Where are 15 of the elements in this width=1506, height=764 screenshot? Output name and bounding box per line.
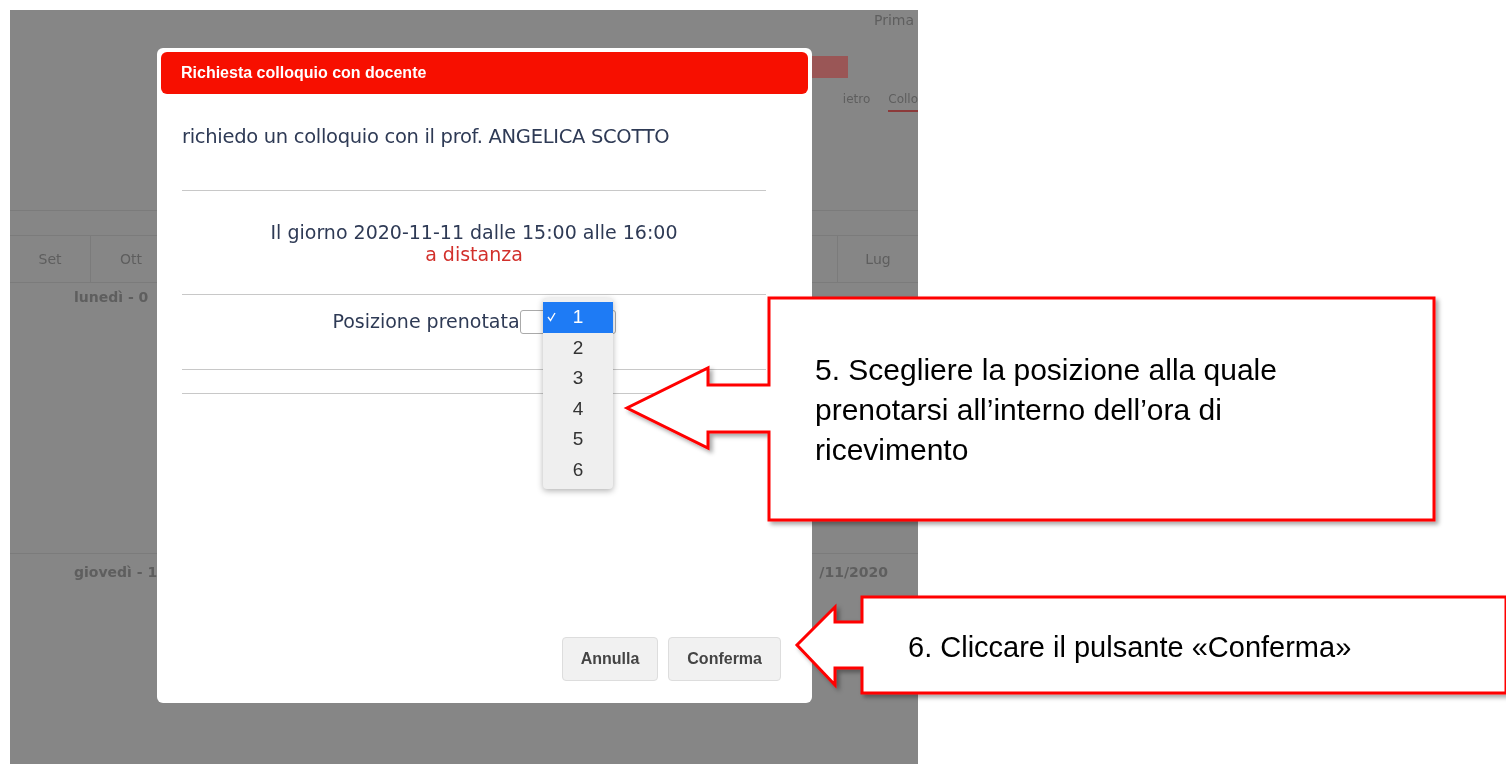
callout-text: 5. Scegliere la posizione alla quale prenotarsi all’interno dell’ora di ricevimento <box>815 352 1278 468</box>
confirm-button[interactable]: Conferma <box>668 637 781 681</box>
dropdown-option[interactable]: 5 <box>543 424 613 455</box>
callout-text: 6. Cliccare il pulsante «Conferma» <box>908 630 1352 665</box>
dropdown-option[interactable]: 1 <box>543 302 613 333</box>
request-text: richiedo un colloquio con il prof. ANGELICA SCOTTO <box>182 124 670 148</box>
dropdown-option[interactable]: 6 <box>543 454 613 485</box>
dropdown-option[interactable]: 3 <box>543 363 613 394</box>
position-label: Posizione prenotata <box>332 310 520 332</box>
cancel-button[interactable]: Annulla <box>561 637 659 681</box>
dropdown-option[interactable]: 2 <box>543 332 613 363</box>
meeting-mode-text: a distanza <box>425 242 523 265</box>
schedule-text: Il giorno 2020-11-11 dalle 15:00 alle 16:00 <box>270 220 678 243</box>
dropdown-option[interactable]: 4 <box>543 393 613 424</box>
dialog-title: Richiesta colloquio con docente <box>181 64 427 82</box>
